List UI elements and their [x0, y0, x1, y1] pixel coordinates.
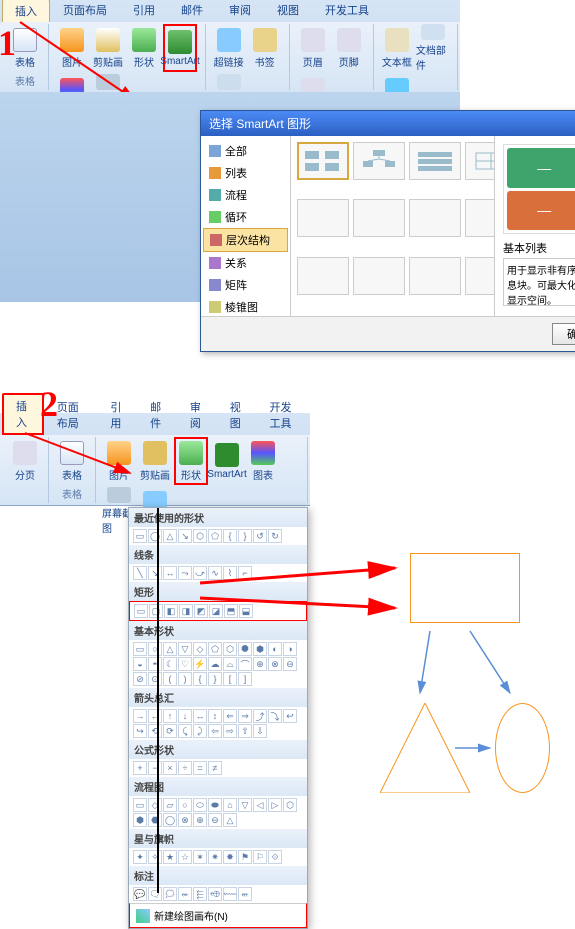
- cat-cycle[interactable]: 循环: [203, 206, 288, 228]
- pv-box: —: [507, 148, 575, 188]
- desc-text: 用于显示非有序信息块或者分组信息块。可最大化形状的水平和垂直显示空间。: [503, 258, 575, 306]
- textbox-button[interactable]: 文本框: [380, 24, 414, 72]
- cat-relationship[interactable]: 关系: [203, 252, 288, 274]
- cat-list-icon: [209, 167, 221, 179]
- header-icon: [301, 28, 325, 52]
- thumbnail-grid: [291, 136, 494, 316]
- desc-title: 基本列表: [503, 240, 575, 256]
- label: 层次结构: [226, 232, 270, 248]
- quickparts-button[interactable]: 文档部件: [416, 24, 450, 72]
- dialog-footer: 确定 取消: [201, 316, 575, 351]
- cat-hierarchy[interactable]: 层次结构: [203, 228, 288, 252]
- cat-all-icon: [209, 145, 221, 157]
- label: 文本框: [382, 54, 412, 69]
- thumb[interactable]: [465, 257, 494, 295]
- cat-pyramid-icon: [209, 301, 221, 313]
- cat-cycle-icon: [209, 211, 221, 223]
- cat-process-icon: [209, 189, 221, 201]
- label: 循环: [225, 209, 247, 225]
- example-shapes-canvas: [375, 553, 555, 853]
- ok-button[interactable]: 确定: [552, 323, 575, 345]
- bookmark-icon: [253, 28, 277, 52]
- quickparts-icon: [421, 24, 445, 40]
- label: 关系: [225, 255, 247, 271]
- thumb[interactable]: [353, 142, 405, 180]
- label: 棱锥图: [225, 299, 258, 315]
- label: 页脚: [339, 54, 359, 69]
- crossref-icon: [217, 74, 241, 90]
- dialog-titlebar[interactable]: 选择 SmartArt 图形 ? ✕: [201, 111, 575, 136]
- tab-developer[interactable]: 开发工具: [312, 0, 382, 22]
- label: 矩阵: [225, 277, 247, 293]
- thumb[interactable]: [409, 199, 461, 237]
- textbox-icon: [385, 28, 409, 52]
- pv-box: —: [507, 191, 575, 231]
- tab-view[interactable]: 视图: [264, 0, 312, 22]
- thumb[interactable]: [297, 142, 349, 180]
- cat-hierarchy-icon: [210, 234, 222, 246]
- preview-graphic: — — — —: [503, 144, 575, 234]
- label: 文档部件: [416, 42, 450, 72]
- hyperlink-icon: [217, 28, 241, 52]
- header-button[interactable]: 页眉: [296, 24, 330, 72]
- thumb[interactable]: [297, 199, 349, 237]
- label: 全部: [225, 143, 247, 159]
- group-links: 超链接 书签 交叉引用 链接: [206, 24, 290, 90]
- group-headerfooter: 页眉 页脚 页码 页眉和页脚: [290, 24, 374, 90]
- example-ellipse[interactable]: [495, 703, 550, 793]
- thumb[interactable]: [297, 257, 349, 295]
- hyperlink-button[interactable]: 超链接: [212, 24, 246, 72]
- label: 页眉: [303, 54, 323, 69]
- label: 书签: [255, 54, 275, 69]
- cat-matrix[interactable]: 矩阵: [203, 274, 288, 296]
- tab-review[interactable]: 审阅: [216, 0, 264, 22]
- thumb[interactable]: [465, 142, 494, 180]
- dialog-title: 选择 SmartArt 图形: [209, 115, 311, 132]
- label: 超链接: [214, 54, 244, 69]
- cat-matrix-icon: [209, 279, 221, 291]
- example-triangle[interactable]: [380, 703, 470, 793]
- thumb[interactable]: [465, 199, 494, 237]
- example-rectangle[interactable]: [410, 553, 520, 623]
- footer-button[interactable]: 页脚: [332, 24, 366, 72]
- label: 流程: [225, 187, 247, 203]
- thumb[interactable]: [409, 257, 461, 295]
- category-list: 全部 列表 流程 循环 层次结构 关系 矩阵 棱锥图: [201, 136, 291, 316]
- preview-pane: — — — — 基本列表 用于显示非有序信息块或者分组信息块。可最大化形状的水平…: [494, 136, 575, 316]
- thumb[interactable]: [353, 199, 405, 237]
- cat-list[interactable]: 列表: [203, 162, 288, 184]
- smartart-dialog: 选择 SmartArt 图形 ? ✕ 全部 列表 流程 循环 层次结构 关系 矩…: [200, 110, 575, 352]
- bookmark-button[interactable]: 书签: [248, 24, 282, 72]
- thumb[interactable]: [353, 257, 405, 295]
- label: 列表: [225, 165, 247, 181]
- cat-pyramid[interactable]: 棱锥图: [203, 296, 288, 318]
- group-text: 文本框 文档部件 艺术字 文本: [374, 24, 458, 90]
- thumb[interactable]: [409, 142, 461, 180]
- cat-all[interactable]: 全部: [203, 140, 288, 162]
- footer-icon: [337, 28, 361, 52]
- cat-relationship-icon: [209, 257, 221, 269]
- cat-process[interactable]: 流程: [203, 184, 288, 206]
